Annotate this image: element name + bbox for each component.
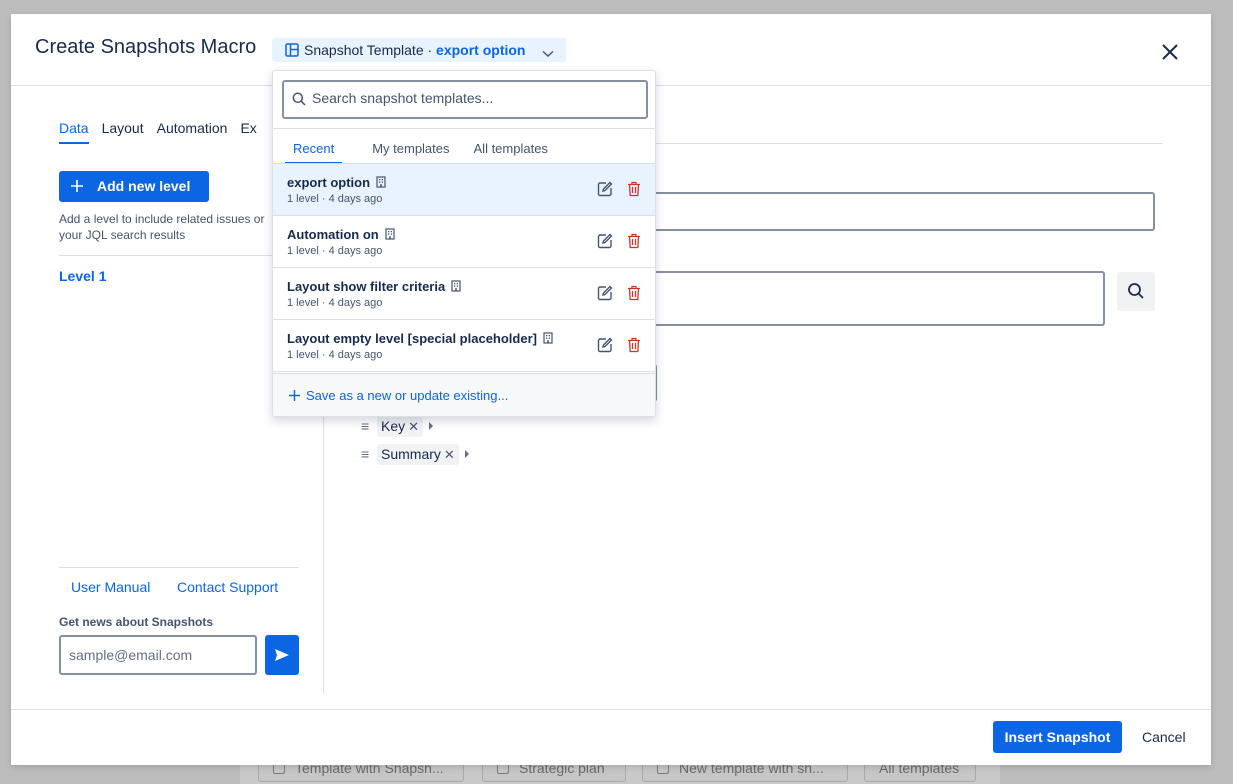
dropdown-divider xyxy=(273,128,655,129)
remove-icon[interactable]: ✕ xyxy=(444,447,455,462)
tab-export[interactable]: Ex xyxy=(240,120,256,142)
add-level-hint: Add a level to include related issues or… xyxy=(59,212,265,242)
template-item[interactable]: Layout show filter criteria 1 level · 4 … xyxy=(273,268,655,320)
search-button[interactable] xyxy=(1117,272,1155,311)
drag-handle-icon[interactable]: ≡ xyxy=(361,446,377,462)
text-field[interactable] xyxy=(631,192,1155,231)
template-item[interactable]: Layout empty level [special placeholder]… xyxy=(273,320,655,372)
modal-title: Create Snapshots Macro xyxy=(35,36,257,58)
expand-icon[interactable] xyxy=(464,450,469,458)
right-tabs-divider xyxy=(651,143,1163,144)
column-item: ≡ Key ✕ xyxy=(361,416,434,437)
layout-template-icon xyxy=(285,43,299,60)
template-dropdown: Recent My templates All templates export o… xyxy=(272,70,656,417)
edit-icon[interactable] xyxy=(597,233,613,254)
close-icon xyxy=(1162,44,1178,60)
chevron-down-icon xyxy=(542,45,554,61)
tab-automation[interactable]: Automation xyxy=(157,120,228,142)
levels-divider xyxy=(59,255,299,256)
column-tag: Summary ✕ xyxy=(377,444,459,465)
cancel-button[interactable]: Cancel xyxy=(1142,729,1186,745)
search-icon xyxy=(292,92,306,106)
dropdown-footer: Save as a new or update existing... xyxy=(273,373,655,416)
edit-icon[interactable] xyxy=(597,181,613,202)
footer-divider xyxy=(11,709,1211,710)
trash-icon[interactable] xyxy=(627,181,641,202)
add-new-level-button[interactable]: Add new level xyxy=(59,171,209,202)
trash-icon[interactable] xyxy=(627,285,641,306)
trash-icon[interactable] xyxy=(627,337,641,358)
add-new-level-label: Add new level xyxy=(97,178,191,194)
template-item[interactable]: Automation on 1 level · 4 days ago xyxy=(273,216,655,268)
tab-layout[interactable]: Layout xyxy=(102,120,144,142)
template-search[interactable] xyxy=(282,80,648,119)
template-tabs: Recent My templates All templates xyxy=(285,141,578,164)
config-tabs: Data Layout Automation Ex xyxy=(59,120,270,144)
remove-icon[interactable]: ✕ xyxy=(408,419,419,434)
tab-all-templates[interactable]: All templates xyxy=(466,141,556,162)
plus-icon xyxy=(289,390,300,401)
trash-icon[interactable] xyxy=(627,233,641,254)
user-manual-link[interactable]: User Manual xyxy=(71,579,150,595)
drag-handle-icon[interactable]: ≡ xyxy=(361,418,377,434)
building-icon xyxy=(376,176,386,191)
template-search-input[interactable] xyxy=(312,90,632,106)
plus-icon xyxy=(71,180,83,192)
contact-support-link[interactable]: Contact Support xyxy=(177,579,278,595)
insert-snapshot-button[interactable]: Insert Snapshot xyxy=(993,721,1122,753)
footer-links-divider xyxy=(59,567,299,568)
expand-icon[interactable] xyxy=(429,422,434,430)
edit-icon[interactable] xyxy=(597,285,613,306)
template-item[interactable]: export option 1 level · 4 days ago xyxy=(273,164,655,216)
email-field[interactable] xyxy=(59,635,257,675)
template-selector-prefix: Snapshot Template · xyxy=(304,42,437,58)
building-icon xyxy=(451,280,461,295)
news-label: Get news about Snapshots xyxy=(59,615,214,629)
building-icon xyxy=(385,228,395,243)
jql-field[interactable] xyxy=(631,271,1105,326)
tab-recent[interactable]: Recent xyxy=(285,141,343,164)
send-email-button[interactable] xyxy=(265,635,299,675)
column-item: ≡ Summary ✕ xyxy=(361,444,469,465)
save-template-button[interactable]: Save as a new or update existing... xyxy=(289,388,508,403)
tab-data[interactable]: Data xyxy=(59,120,89,144)
edit-icon[interactable] xyxy=(597,337,613,358)
search-icon xyxy=(1128,283,1144,299)
template-selector[interactable]: Snapshot Template · export option xyxy=(272,38,566,62)
send-icon xyxy=(275,649,289,661)
level-item[interactable]: Level 1 xyxy=(59,268,106,284)
building-icon xyxy=(543,332,553,347)
tab-my-templates[interactable]: My templates xyxy=(364,141,457,162)
template-selector-value: export option xyxy=(436,42,526,58)
close-button[interactable] xyxy=(1159,41,1181,63)
column-tag: Key ✕ xyxy=(377,416,424,437)
